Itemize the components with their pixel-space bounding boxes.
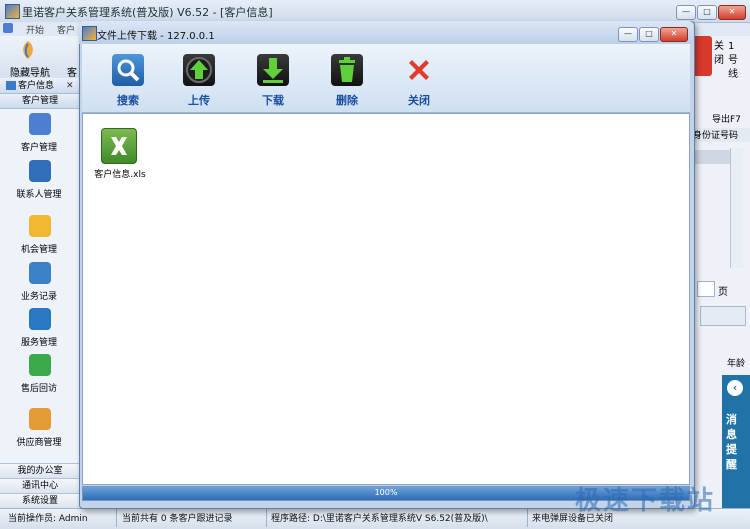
star-icon [29, 215, 51, 237]
page-label: 页 [718, 287, 728, 298]
upload-icon [183, 54, 215, 86]
file-name: 客户信息.xls [94, 170, 146, 180]
dialog-title: 文件上传下载 - 127.0.0.1 [97, 31, 215, 42]
trash-icon [331, 54, 363, 86]
search-label: 搜索 [117, 94, 139, 107]
right-line-label: 1 号 线 [728, 41, 738, 80]
nav-bottom-office[interactable]: 我的办公室 [0, 463, 80, 478]
toolbar-more[interactable]: 客 [67, 64, 77, 79]
file-list-area[interactable] [82, 113, 690, 485]
export-button[interactable]: 导出F7 [712, 112, 741, 125]
nav-item-5[interactable]: 服务管理 [2, 308, 76, 354]
contact-icon [29, 160, 51, 182]
close-button[interactable]: ✕ [718, 5, 746, 20]
tab-customer-mgmt[interactable]: 客户管理 [0, 94, 80, 109]
status-separator [266, 509, 267, 527]
menu-customer[interactable]: 客户 [57, 23, 75, 36]
red-close-icon[interactable] [692, 36, 712, 76]
nav-bottom-settings[interactable]: 系统设置 [0, 493, 80, 508]
supplier-icon [29, 408, 51, 430]
nav-item-3[interactable]: 机会管理 [2, 215, 76, 261]
delete-button[interactable]: 删除 [319, 52, 375, 108]
dialog-app-icon [82, 26, 97, 41]
minimize-button[interactable]: — [676, 5, 696, 20]
chart-icon [29, 262, 51, 284]
upload-label: 上传 [188, 94, 210, 107]
tab-customer-info[interactable]: 客户信息 ✕ [0, 79, 80, 94]
download-icon [257, 54, 289, 86]
hide-nav-icon [17, 39, 39, 61]
close-label: 关闭 [408, 94, 430, 107]
users-icon [29, 113, 51, 135]
dialog-close-button[interactable]: ✕ [660, 27, 688, 42]
nav-item-label: 客户管理 [20, 143, 57, 153]
excel-file-icon [101, 128, 137, 164]
dialog-toolbar-close-button[interactable]: 关闭 [391, 52, 447, 108]
right-scrollbar[interactable] [730, 148, 743, 268]
menu-start[interactable]: 开始 [26, 23, 44, 36]
upload-button[interactable]: 上传 [171, 52, 227, 108]
download-label: 下载 [262, 94, 284, 107]
tab-customer-info-label: 客户信息 [18, 81, 55, 91]
nav-item-6[interactable]: 售后回访 [2, 354, 76, 400]
nav-item-7[interactable]: 供应商管理 [2, 408, 76, 454]
nav-item-1[interactable]: 客户管理 [2, 113, 76, 159]
delete-label: 删除 [336, 94, 358, 107]
file-item[interactable]: 客户信息.xls [88, 128, 152, 184]
search-button[interactable]: 搜索 [100, 52, 156, 108]
chat-icon [29, 354, 51, 376]
id-column-header: 身份证号码 [693, 128, 750, 142]
close-tab-icon[interactable]: ✕ [66, 79, 74, 93]
nav-item-label: 业务记录 [20, 292, 57, 302]
status-separator [116, 509, 117, 527]
status-path: 程序路径: D:\里诺客户关系管理系统V S6.52(普及版)\ [271, 514, 488, 524]
download-button[interactable]: 下载 [245, 52, 301, 108]
nav-item-label: 联系人管理 [16, 190, 62, 200]
main-menubar [0, 22, 90, 36]
status-separator [527, 509, 528, 527]
search-icon [112, 54, 144, 86]
nav-bottom-comm[interactable]: 通讯中心 [0, 478, 80, 493]
menu-app-icon[interactable] [3, 23, 13, 33]
nav-item-4[interactable]: 业务记录 [2, 262, 76, 308]
status-count: 当前共有 0 条客户跟进记录 [122, 514, 233, 524]
nav-item-2[interactable]: 联系人管理 [2, 160, 76, 206]
watermark-text: 极速下载站 [575, 486, 716, 516]
hide-nav-button[interactable]: 隐藏导航 [10, 64, 50, 79]
pager-nav[interactable] [700, 306, 746, 326]
table-row-selected[interactable] [693, 150, 733, 164]
dialog-minimize-button[interactable]: — [618, 27, 638, 42]
dialog-maximize-button[interactable]: □ [639, 27, 659, 42]
nav-item-label: 机会管理 [20, 245, 57, 255]
app-logo-icon [5, 4, 20, 19]
collapse-icon[interactable]: ‹ [727, 380, 743, 396]
year-column-header: 年龄 [727, 359, 746, 369]
main-window-title: 里诺客户关系管理系统(普及版) V6.52 - [客户信息] [22, 6, 273, 19]
nav-item-label: 服务管理 [20, 338, 57, 348]
maximize-button[interactable]: □ [697, 5, 717, 20]
customer-info-icon [6, 81, 16, 90]
close-x-icon [403, 54, 435, 86]
nav-item-label: 供应商管理 [16, 438, 62, 448]
right-close-label: 关 闭 [714, 41, 724, 66]
nav-item-label: 售后回访 [20, 384, 57, 394]
globe-icon [29, 308, 51, 330]
message-reminder-label[interactable]: 消息提醒 [726, 412, 740, 472]
status-operator: 当前操作员: Admin [8, 514, 88, 524]
page-input[interactable] [697, 281, 715, 297]
